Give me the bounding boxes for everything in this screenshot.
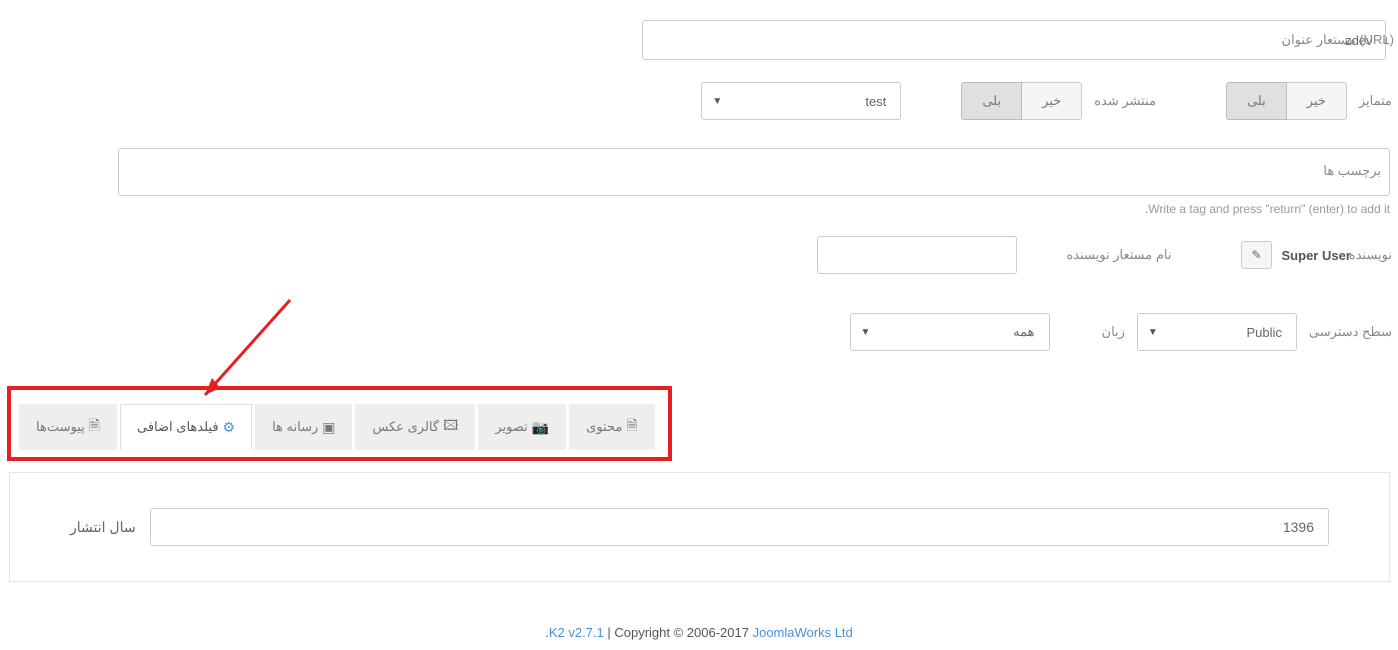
title-alias-label-outside: مستعار عنوان (URL)	[1282, 32, 1394, 48]
tags-help-text: .Write a tag and press "return" (enter) …	[0, 202, 1390, 216]
access-label: سطح دسترسی	[1309, 324, 1392, 340]
media-icon: ▣	[322, 419, 335, 436]
tab-media[interactable]: رسانه ها ▣	[255, 404, 352, 450]
tab-attachments[interactable]: پیوست‌ها 🗎	[19, 404, 117, 450]
chevron-down-icon: ▼	[861, 327, 871, 338]
tab-extra-fields[interactable]: فیلدهای اضافی ⚙	[120, 404, 252, 450]
category-select[interactable]: test ▼	[701, 82, 901, 120]
tags-label: برچسب ها	[1323, 163, 1381, 179]
content-tab-label: محتوی	[586, 419, 622, 435]
year-input[interactable]	[150, 508, 1329, 546]
access-selected: Public	[1247, 325, 1282, 340]
author-alias-input[interactable]	[817, 236, 1017, 274]
author-label: نویسنده	[1349, 247, 1392, 263]
published-label: منتشر شده	[1094, 93, 1156, 109]
footer-k2-link[interactable]: K2 v2.7.1	[549, 625, 604, 640]
extra-tab-label: فیلدهای اضافی	[137, 419, 219, 435]
footer-joomlaworks-link[interactable]: JoomlaWorks Ltd	[753, 625, 853, 640]
pencil-icon: ✎	[1251, 248, 1261, 262]
image-tab-label: تصویر	[495, 419, 527, 435]
category-selected: test	[865, 94, 886, 109]
tab-image[interactable]: تصویر 📷	[478, 404, 566, 450]
language-select[interactable]: همه ▼	[850, 313, 1050, 351]
published-no-button[interactable]: خیر	[1022, 82, 1082, 120]
title-alias-input[interactable]	[642, 20, 1386, 60]
tabs-highlight-box: پیوست‌ها 🗎 فیلدهای اضافی ⚙ رسانه ها ▣ گا…	[7, 386, 672, 461]
featured-label: متمایز	[1359, 93, 1392, 109]
access-select[interactable]: Public ▼	[1137, 313, 1297, 351]
image-icon: 🖾	[443, 415, 458, 439]
attachments-tab-label: پیوست‌ها	[36, 419, 85, 435]
language-label: زبان	[1102, 324, 1125, 340]
footer-copy: | Copyright © 2006-2017	[604, 625, 753, 640]
tab-gallery[interactable]: گالری عکس 🖾	[355, 404, 475, 450]
document-icon: 🗎	[626, 415, 637, 439]
media-tab-label: رسانه ها	[272, 419, 318, 435]
author-value: Super User	[1282, 248, 1351, 263]
chevron-down-icon: ▼	[712, 96, 722, 107]
tab-content[interactable]: محتوی 🗎	[569, 404, 654, 450]
camera-icon: 📷	[532, 419, 549, 436]
featured-yes-button[interactable]: بلی	[1226, 82, 1287, 120]
year-label: سال انتشار	[70, 519, 136, 536]
featured-no-button[interactable]: خیر	[1287, 82, 1347, 120]
chevron-down-icon: ▼	[1148, 327, 1158, 338]
tabs-bar: پیوست‌ها 🗎 فیلدهای اضافی ⚙ رسانه ها ▣ گا…	[11, 390, 668, 450]
gallery-tab-label: گالری عکس	[372, 419, 439, 435]
file-icon: 🗎	[89, 415, 100, 439]
footer: .K2 v2.7.1 | Copyright © 2006-2017 Jooml…	[0, 625, 1398, 640]
published-yes-button[interactable]: بلی	[961, 82, 1022, 120]
extra-fields-panel: سال انتشار	[9, 472, 1390, 582]
gear-icon: ⚙	[223, 419, 236, 436]
author-alias-label: نام مستعار نویسنده	[1067, 247, 1172, 263]
tags-input[interactable]: برچسب ها	[118, 148, 1390, 196]
language-selected: همه	[1013, 324, 1034, 340]
edit-author-button[interactable]: ✎	[1241, 241, 1271, 269]
